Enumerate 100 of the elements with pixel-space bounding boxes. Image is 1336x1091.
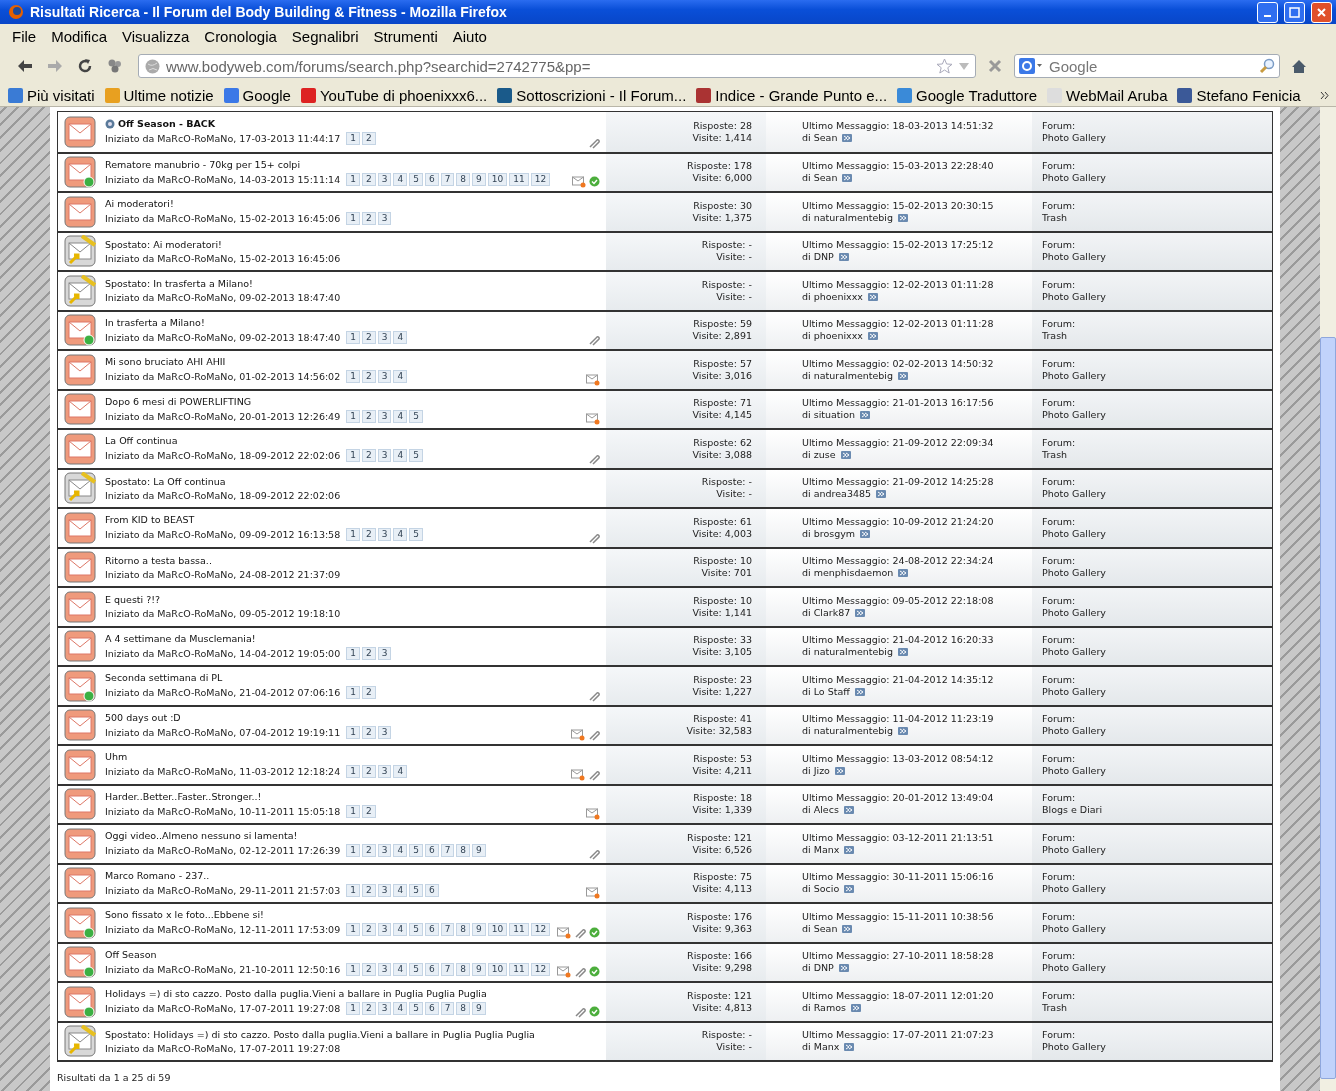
page-link[interactable]: 2 xyxy=(361,449,376,463)
go-to-post-icon[interactable] xyxy=(844,845,855,854)
page-link[interactable]: 1 xyxy=(346,725,360,739)
page-link[interactable]: 2 xyxy=(361,725,376,739)
forum-link[interactable]: Photo Gallery xyxy=(1042,646,1272,659)
thread-title-link[interactable]: A 4 settimane da Musclemania! xyxy=(105,632,256,644)
go-to-post-icon[interactable] xyxy=(898,569,909,578)
page-link[interactable]: 3 xyxy=(377,449,392,463)
go-to-post-icon[interactable] xyxy=(860,411,871,420)
close-button[interactable] xyxy=(1311,1,1332,23)
last-post-author[interactable]: di Jizo xyxy=(802,764,830,777)
thread-title-link[interactable]: Sono fissato x le foto...Ebbene si! xyxy=(105,909,264,921)
page-link[interactable]: 2 xyxy=(361,370,376,384)
page-link[interactable]: 2 xyxy=(361,212,376,226)
forum-link[interactable]: Photo Gallery xyxy=(1042,685,1272,698)
page-link[interactable]: 4 xyxy=(393,962,408,976)
last-post-author[interactable]: di naturalmentebig xyxy=(802,646,894,659)
page-link[interactable]: 8 xyxy=(456,923,471,937)
page-link[interactable]: 3 xyxy=(377,765,392,779)
page-link[interactable]: 6 xyxy=(424,1002,439,1016)
search-icon[interactable] xyxy=(1259,58,1275,74)
page-link[interactable]: 2 xyxy=(361,646,376,660)
thread-title-link[interactable]: Oggi video..Almeno nessuno si lamenta! xyxy=(105,830,298,842)
page-link[interactable]: 9 xyxy=(472,1002,486,1016)
google-engine-icon[interactable] xyxy=(1019,58,1043,74)
bookmark-item[interactable]: Google xyxy=(223,86,291,104)
bookmark-item[interactable]: Sottoscrizioni - Il Forum... xyxy=(497,86,687,104)
forum-link[interactable]: Photo Gallery xyxy=(1042,962,1272,975)
page-link[interactable]: 2 xyxy=(361,409,376,423)
go-to-post-icon[interactable] xyxy=(898,371,909,380)
page-link[interactable]: 8 xyxy=(456,172,471,186)
forum-link[interactable]: Photo Gallery xyxy=(1042,290,1272,303)
last-post-author[interactable]: di andrea3485 xyxy=(802,488,872,501)
go-to-post-icon[interactable] xyxy=(844,1043,855,1052)
menu-item[interactable]: Cronologia xyxy=(198,25,283,47)
go-to-post-icon[interactable] xyxy=(842,133,853,142)
page-link[interactable]: 11 xyxy=(509,172,529,186)
forum-link[interactable]: Blogs e Diari xyxy=(1042,804,1272,817)
last-post-author[interactable]: di Ramos xyxy=(802,1001,846,1014)
page-link[interactable]: 10 xyxy=(487,172,508,186)
bookmark-item[interactable]: Stefano Fenicia xyxy=(1177,86,1301,104)
page-link[interactable]: 7 xyxy=(440,172,455,186)
menu-item[interactable]: Modifica xyxy=(45,25,114,47)
go-to-post-icon[interactable] xyxy=(834,766,845,775)
page-link[interactable]: 4 xyxy=(393,528,408,542)
last-post-author[interactable]: di Manx xyxy=(802,843,840,856)
menu-item[interactable]: File xyxy=(6,25,43,47)
page-link[interactable]: 2 xyxy=(361,844,376,858)
page-link[interactable]: 10 xyxy=(487,962,508,976)
maximize-button[interactable] xyxy=(1284,1,1305,23)
page-link[interactable]: 5 xyxy=(409,528,423,542)
page-link[interactable]: 6 xyxy=(424,883,439,897)
thread-title-link[interactable]: Ai moderatori! xyxy=(105,198,174,210)
forum-link[interactable]: Photo Gallery xyxy=(1042,251,1272,264)
page-link[interactable]: 2 xyxy=(361,528,376,542)
page-link[interactable]: 3 xyxy=(377,528,392,542)
thread-title-link[interactable]: Marco Romano - 237.. xyxy=(105,869,210,881)
page-link[interactable]: 3 xyxy=(377,1002,392,1016)
page-link[interactable]: 2 xyxy=(361,765,376,779)
page-link[interactable]: 2 xyxy=(361,923,376,937)
page-link[interactable]: 1 xyxy=(346,212,360,226)
page-link[interactable]: 1 xyxy=(346,962,360,976)
page-link[interactable]: 2 xyxy=(361,686,376,700)
last-post-author[interactable]: di phoenixxx xyxy=(802,290,863,303)
forum-link[interactable]: Photo Gallery xyxy=(1042,409,1272,422)
last-post-author[interactable]: di situation xyxy=(802,409,856,422)
bookmark-item[interactable]: Google Traduttore xyxy=(897,86,1038,104)
page-link[interactable]: 7 xyxy=(440,1002,455,1016)
page-link[interactable]: 5 xyxy=(409,923,423,937)
page-link[interactable]: 5 xyxy=(409,449,423,463)
forum-link[interactable]: Photo Gallery xyxy=(1042,527,1272,540)
forum-link[interactable]: Photo Gallery xyxy=(1042,606,1272,619)
page-link[interactable]: 1 xyxy=(346,330,360,344)
page-link[interactable]: 3 xyxy=(377,212,392,226)
thread-title-link[interactable]: Ritorno a testa bassa.. xyxy=(105,554,212,566)
menu-item[interactable]: Visualizza xyxy=(116,25,196,47)
page-link[interactable]: 8 xyxy=(456,844,471,858)
page-link[interactable]: 1 xyxy=(346,172,360,186)
page-link[interactable]: 9 xyxy=(472,172,486,186)
scrollbar[interactable] xyxy=(1320,107,1336,1091)
thread-title-link[interactable]: E questi ?!? xyxy=(105,594,161,606)
go-to-post-icon[interactable] xyxy=(840,450,851,459)
forum-link[interactable]: Photo Gallery xyxy=(1042,883,1272,896)
thread-title-link[interactable]: Off Season - BACK xyxy=(118,118,216,130)
address-bar[interactable]: www.bodyweb.com/forums/search.php?searchid=2742775&pp= xyxy=(138,54,976,78)
go-to-post-icon[interactable] xyxy=(860,529,871,538)
menu-item[interactable]: Segnalibri xyxy=(285,25,365,47)
thread-title-link[interactable]: Dopo 6 mesi di POWERLIFTING xyxy=(105,395,252,407)
page-link[interactable]: 1 xyxy=(346,804,360,818)
forum-link[interactable]: Photo Gallery xyxy=(1042,843,1272,856)
page-link[interactable]: 8 xyxy=(456,1002,471,1016)
page-link[interactable]: 1 xyxy=(346,883,360,897)
page-link[interactable]: 5 xyxy=(409,883,423,897)
thread-title-link[interactable]: Spostato: Ai moderatori! xyxy=(105,238,222,250)
page-link[interactable]: 1 xyxy=(346,449,360,463)
thread-title-link[interactable]: Rematore manubrio - 70kg per 15+ colpi xyxy=(105,158,301,170)
dropdown-arrow-icon[interactable] xyxy=(959,62,969,70)
thread-title-link[interactable]: Spostato: La Off continua xyxy=(105,475,226,487)
page-link[interactable]: 1 xyxy=(346,528,360,542)
thread-title-link[interactable]: Off Season xyxy=(105,948,157,960)
